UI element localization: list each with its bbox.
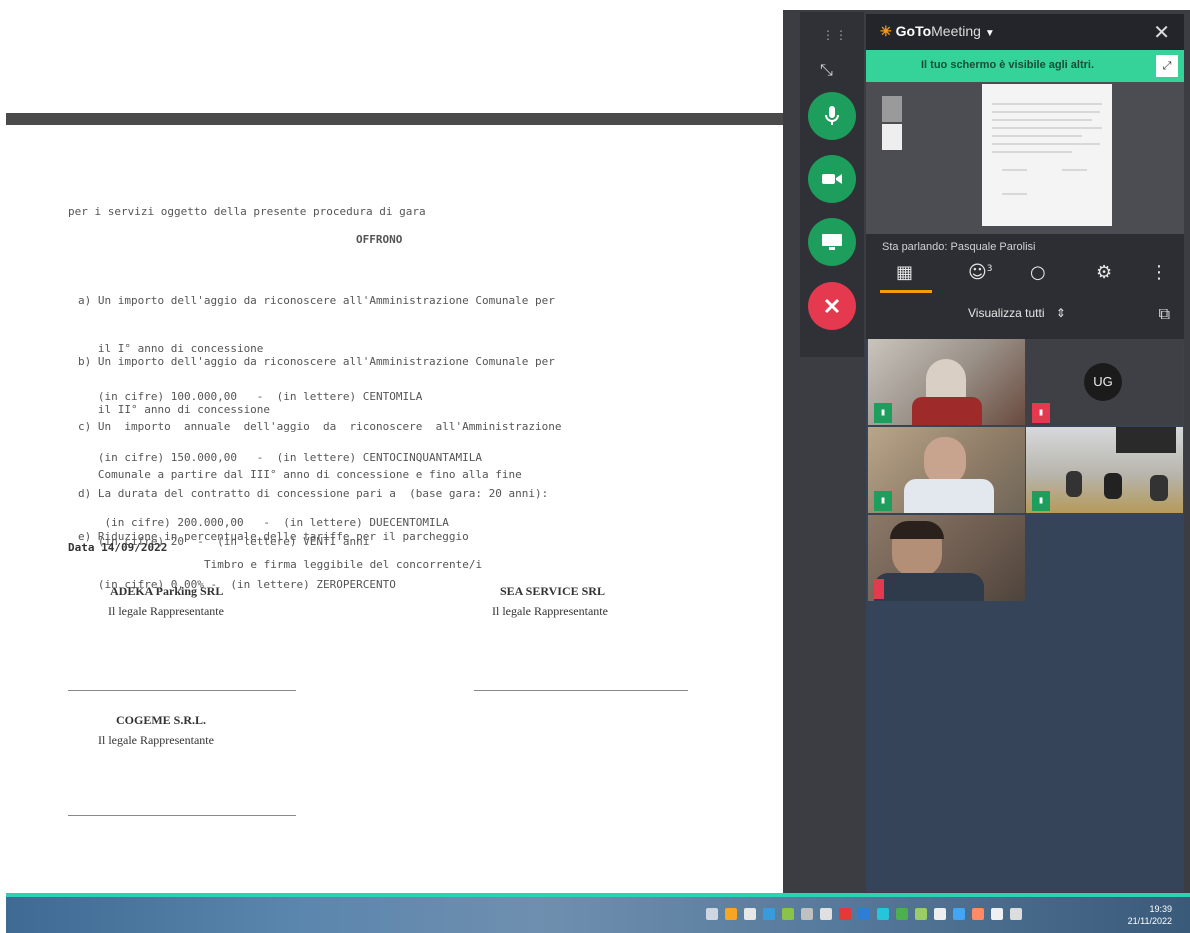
taskbar: 19:39 21/11/2022 (6, 897, 1190, 933)
leave-icon (824, 298, 840, 314)
mic-off-icon (874, 579, 884, 599)
panel-tabs: ▦ ☺3 ○ ⚙ ⋮ (866, 262, 1184, 302)
tray-icon[interactable] (725, 908, 737, 920)
mic-on-icon: ▮ (1032, 491, 1050, 511)
mic-icon (825, 106, 839, 125)
document-heading: OFFRONO (356, 233, 403, 246)
settings-gear-icon[interactable]: ⚙ (1096, 262, 1112, 283)
preview-thumbnail (882, 96, 902, 122)
popout-icon[interactable]: ⧉ (1159, 304, 1170, 324)
screen-visible-banner: Il tuo schermo è visibile agli altri. ⤢ (866, 50, 1184, 82)
panel-header: ✳ GoToMeeting ▼ ✕ (866, 14, 1184, 50)
participant-body (912, 397, 982, 425)
mic-on-icon: ▮ (874, 491, 892, 511)
preview-thumbnail (882, 124, 902, 150)
video-tile[interactable]: UG ▮ (1026, 339, 1183, 425)
company-name: COGEME S.R.L. (116, 713, 207, 727)
chevron-updown-icon: ⇕ (1055, 306, 1066, 320)
tray-icon[interactable] (706, 908, 718, 920)
grid-view-icon[interactable]: ▦ (896, 262, 913, 283)
company-name: SEA SERVICE SRL (500, 584, 605, 598)
leave-meeting-button[interactable] (808, 282, 856, 330)
company-role: Il legale Rappresentante (98, 733, 214, 747)
meeting-control-strip: ⋮⋮ ⤡ (800, 12, 864, 357)
mic-on-icon: ▮ (874, 403, 892, 423)
goto-logo-icon: ✳ (880, 23, 892, 39)
document-date: Data 14/09/2022 (68, 541, 168, 554)
video-tile[interactable]: ▮ (868, 339, 1025, 425)
company-role: Il legale Rappresentante (492, 604, 608, 618)
camera-icon (822, 174, 842, 184)
participant-face (924, 437, 966, 485)
company-name: ADEKA Parking SRL (110, 584, 224, 598)
video-tile[interactable]: ▮ (1026, 427, 1183, 513)
participant-body (904, 479, 994, 513)
participant-body (874, 573, 984, 601)
signature-line (68, 815, 296, 816)
video-grid: ▮ UG ▮ ▮ ▮ (866, 339, 1184, 892)
tray-icon[interactable] (991, 908, 1003, 920)
participants-icon[interactable]: ☺3 (968, 262, 993, 283)
more-options-icon[interactable]: ⋮ (1150, 262, 1168, 283)
tray-icon[interactable] (877, 908, 889, 920)
video-tile[interactable] (868, 515, 1025, 601)
active-tab-indicator (880, 290, 932, 293)
meeting-attendee (1104, 473, 1122, 499)
clock-date: 21/11/2022 (1127, 916, 1172, 926)
chat-icon[interactable]: ○ (1030, 262, 1046, 283)
microphone-button[interactable] (808, 92, 856, 140)
taskbar-clock[interactable]: 19:39 21/11/2022 (1128, 903, 1172, 927)
avatar: UG (1084, 363, 1122, 401)
participants-count: 3 (986, 264, 993, 274)
close-icon[interactable]: ✕ (1153, 20, 1170, 44)
active-speaker-label: Sta parlando: Pasquale Parolisi (882, 241, 1036, 253)
ceiling-fixture (1116, 427, 1176, 453)
app-logo[interactable]: ✳ GoToMeeting ▼ (880, 23, 995, 40)
document-intro: per i servizi oggetto della presente pro… (68, 205, 426, 218)
signature-caption: Timbro e firma leggibile del concorrente… (204, 558, 483, 571)
screen-preview[interactable] (866, 82, 1184, 234)
preview-document (982, 84, 1112, 226)
tray-icon[interactable] (839, 908, 851, 920)
meeting-attendee (1150, 475, 1168, 501)
tray-icon[interactable] (972, 908, 984, 920)
video-tile[interactable]: ▮ (868, 427, 1025, 513)
mic-off-icon: ▮ (1032, 403, 1050, 423)
banner-text: Il tuo schermo è visibile agli altri. (921, 59, 1094, 71)
tray-icon[interactable] (858, 908, 870, 920)
shared-document: per i servizi oggetto della presente pro… (0, 0, 785, 895)
chevron-down-icon: ▼ (984, 28, 995, 39)
document-toolbar-bar (6, 113, 785, 125)
participant-hair (890, 521, 944, 539)
preview-document-lines (992, 103, 1102, 195)
drag-handle-icon[interactable]: ⋮⋮ (822, 28, 848, 42)
tray-icon[interactable] (763, 908, 775, 920)
company-role: Il legale Rappresentante (108, 604, 224, 618)
screen-share-button[interactable] (808, 218, 856, 266)
tray-icon[interactable] (820, 908, 832, 920)
system-tray (706, 908, 1022, 920)
tray-icon[interactable] (782, 908, 794, 920)
gotomeeting-panel: ✳ GoToMeeting ▼ ✕ Il tuo schermo è visib… (866, 14, 1184, 892)
collapse-icon[interactable]: ⤡ (820, 60, 833, 80)
tray-icon[interactable] (934, 908, 946, 920)
tray-icon[interactable] (896, 908, 908, 920)
tray-icon[interactable] (915, 908, 927, 920)
meeting-attendee (1066, 471, 1082, 497)
view-selector[interactable]: Visualizza tutti ⇕ (968, 306, 1066, 320)
camera-button[interactable] (808, 155, 856, 203)
signature-line (68, 690, 296, 691)
screen-share-icon (822, 234, 842, 250)
tray-icon[interactable] (801, 908, 813, 920)
expand-icon[interactable]: ⤢ (1156, 55, 1178, 77)
clock-time: 19:39 (1149, 904, 1172, 914)
tray-icon[interactable] (1010, 908, 1022, 920)
signature-line (474, 690, 688, 691)
tray-icon[interactable] (953, 908, 965, 920)
tray-icon[interactable] (744, 908, 756, 920)
